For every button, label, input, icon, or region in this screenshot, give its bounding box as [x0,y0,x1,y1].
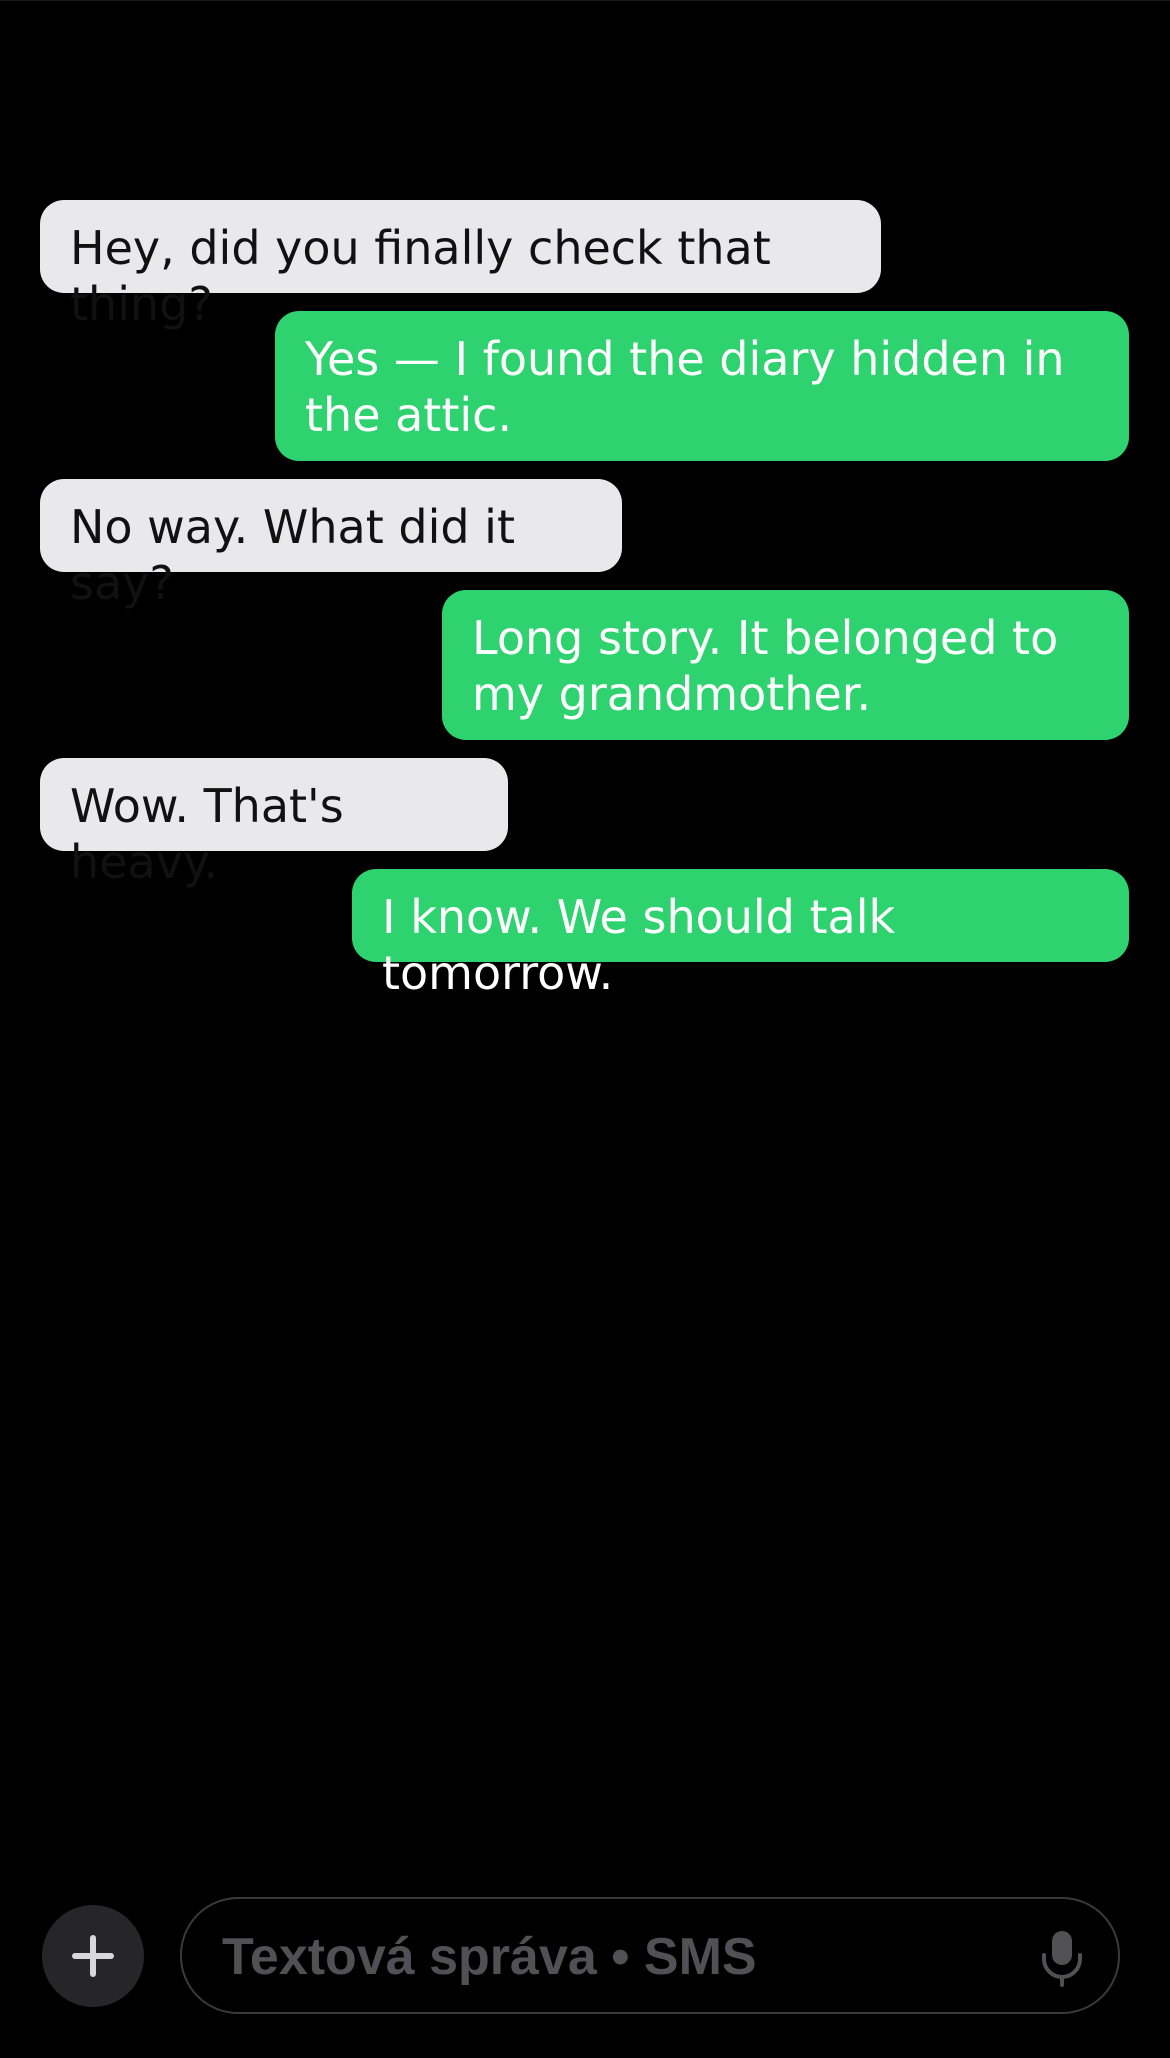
message-input-placeholder: Textová správa • SMS [222,1928,757,1986]
add-attachment-button[interactable] [42,1905,144,2007]
message-bubble-incoming[interactable]: Hey, did you finally check that thing? [40,200,881,331]
message-bubble-outgoing[interactable]: Yes — I found the diary hidden in the at… [275,311,1129,461]
message-bubble-outgoing[interactable]: I know. We should talk tomorrow. [352,869,1129,1000]
message-bubble-outgoing[interactable]: Long story. It belonged to my grandmothe… [442,590,1129,740]
microphone-icon[interactable] [1038,1929,1086,1989]
message-thread: Hey, did you finally check that thing? Y… [0,0,1170,1880]
message-input[interactable]: Textová správa • SMS [180,1897,1120,2014]
message-bubble-incoming[interactable]: Wow. That's heavy. [40,758,508,889]
message-bubble-incoming[interactable]: No way. What did it say? [40,479,622,610]
